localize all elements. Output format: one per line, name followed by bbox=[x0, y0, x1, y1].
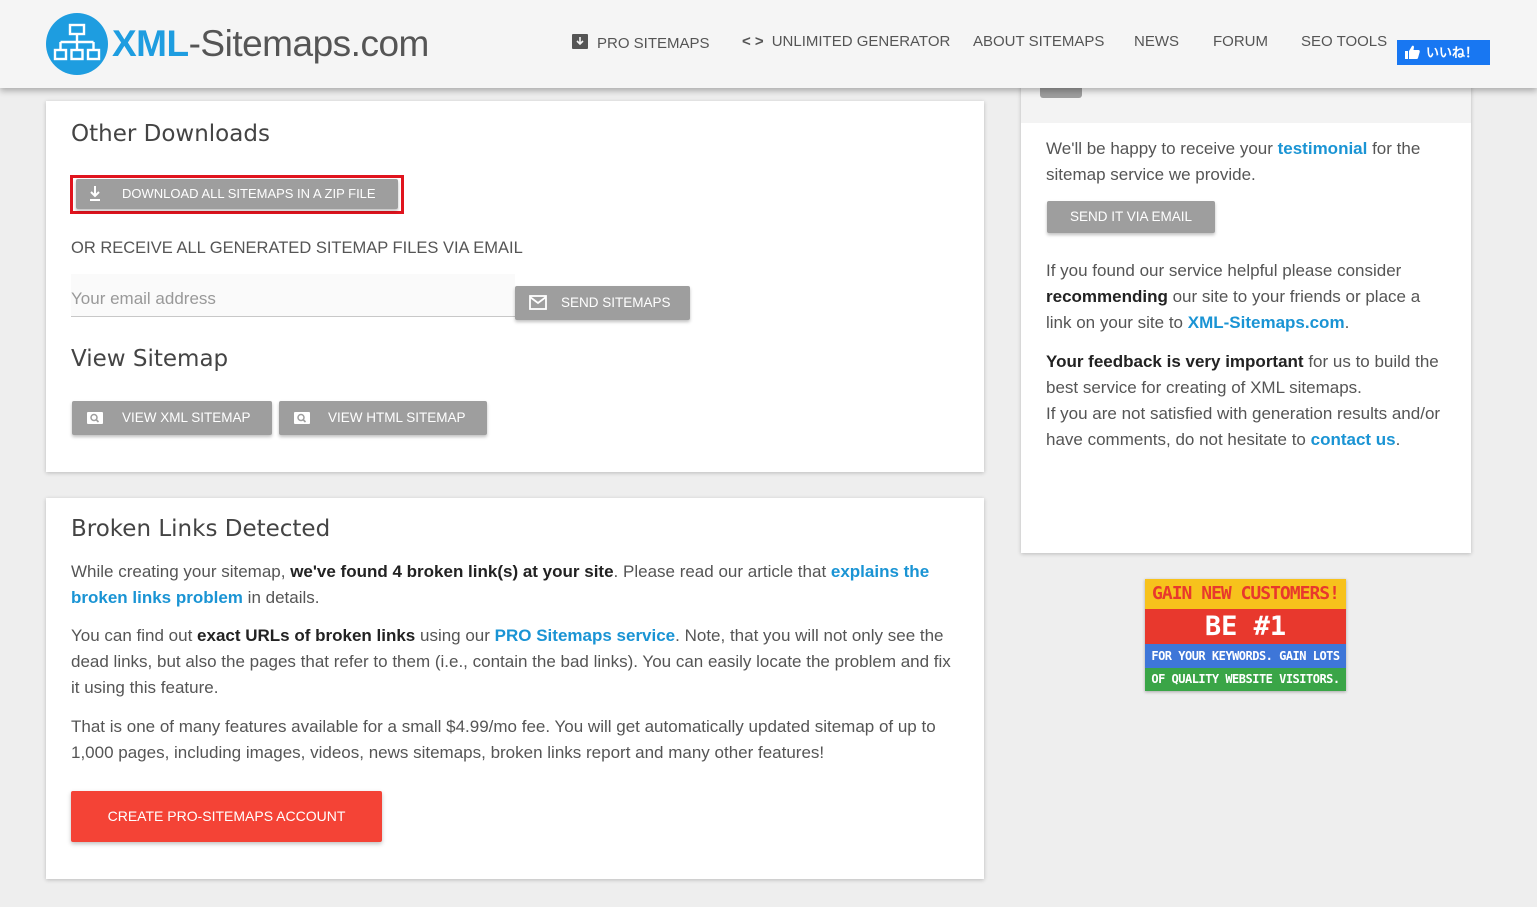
email-input[interactable] bbox=[71, 274, 515, 317]
nav-news[interactable]: NEWS bbox=[1134, 33, 1179, 51]
email-option-heading: OR RECEIVE ALL GENERATED SITEMAP FILES V… bbox=[71, 239, 523, 257]
broken-links-pro-info: You can find out exact URLs of broken li… bbox=[71, 626, 951, 697]
pro-features-text: That is one of many features available f… bbox=[71, 717, 936, 762]
view-html-sitemap-button[interactable]: VIEW HTML SITEMAP bbox=[279, 401, 487, 435]
send-via-email-button[interactable]: SEND IT VIA EMAIL bbox=[1047, 201, 1215, 233]
mail-icon bbox=[529, 286, 547, 333]
ad-line-2: BE #1 bbox=[1145, 609, 1346, 644]
search-icon bbox=[293, 401, 311, 448]
sidebar-partial-button[interactable] bbox=[1040, 88, 1082, 98]
site-logo[interactable]: XML-Sitemaps.com bbox=[112, 22, 429, 66]
xml-sitemaps-link[interactable]: XML-Sitemaps.com bbox=[1188, 313, 1345, 332]
broken-links-heading: Broken Links Detected bbox=[71, 516, 331, 542]
feedback-text: Your feedback is very important for us t… bbox=[1046, 352, 1441, 449]
search-icon bbox=[86, 401, 104, 448]
archive-icon bbox=[571, 33, 589, 53]
ad-line-3: FOR YOUR KEYWORDS. GAIN LOTS bbox=[1145, 644, 1346, 668]
other-downloads-heading: Other Downloads bbox=[71, 121, 270, 147]
recommend-text: If you found our service helpful please … bbox=[1046, 261, 1421, 332]
ad-line-1: GAIN NEW CUSTOMERS! bbox=[1145, 579, 1346, 609]
sitemap-logo-icon[interactable] bbox=[46, 13, 108, 75]
site-header: XML-Sitemaps.com PRO SITEMAPS < > UNLIMIT… bbox=[0, 0, 1537, 88]
pro-sitemaps-ad-banner[interactable]: GAIN NEW CUSTOMERS! BE #1 FOR YOUR KEYWO… bbox=[1145, 579, 1346, 691]
testimonial-link[interactable]: testimonial bbox=[1278, 139, 1368, 158]
sidebar-card-top-strip bbox=[1021, 88, 1471, 123]
nav-forum[interactable]: FORUM bbox=[1213, 33, 1268, 51]
facebook-like-button[interactable]: いいね！ bbox=[1397, 40, 1490, 65]
pro-sitemaps-service-link[interactable]: PRO Sitemaps service bbox=[495, 626, 675, 645]
nav-pro-sitemaps[interactable]: PRO SITEMAPS bbox=[571, 33, 710, 53]
nav-about-sitemaps[interactable]: ABOUT SITEMAPS bbox=[973, 33, 1104, 51]
nav-unlimited-generator[interactable]: < > UNLIMITED GENERATOR bbox=[742, 33, 950, 51]
download-icon bbox=[88, 179, 102, 220]
download-zip-button[interactable]: DOWNLOAD ALL SITEMAPS IN A ZIP FILE bbox=[76, 179, 398, 209]
nav-seo-tools[interactable]: SEO TOOLS bbox=[1301, 33, 1387, 51]
broken-links-intro: While creating your sitemap, we've found… bbox=[71, 562, 930, 607]
send-sitemaps-button[interactable]: SEND SITEMAPS bbox=[515, 286, 690, 320]
create-pro-account-button[interactable]: CREATE PRO-SITEMAPS ACCOUNT bbox=[71, 791, 382, 842]
code-icon: < > bbox=[742, 33, 764, 50]
view-xml-sitemap-button[interactable]: VIEW XML SITEMAP bbox=[72, 401, 272, 435]
contact-us-link[interactable]: contact us bbox=[1311, 430, 1396, 449]
ad-line-4: OF QUALITY WEBSITE VISITORS. bbox=[1145, 668, 1346, 691]
view-sitemap-heading: View Sitemap bbox=[71, 346, 229, 372]
thumbs-up-icon bbox=[1405, 40, 1420, 65]
testimonial-text: We'll be happy to receive your testimoni… bbox=[1046, 139, 1421, 184]
